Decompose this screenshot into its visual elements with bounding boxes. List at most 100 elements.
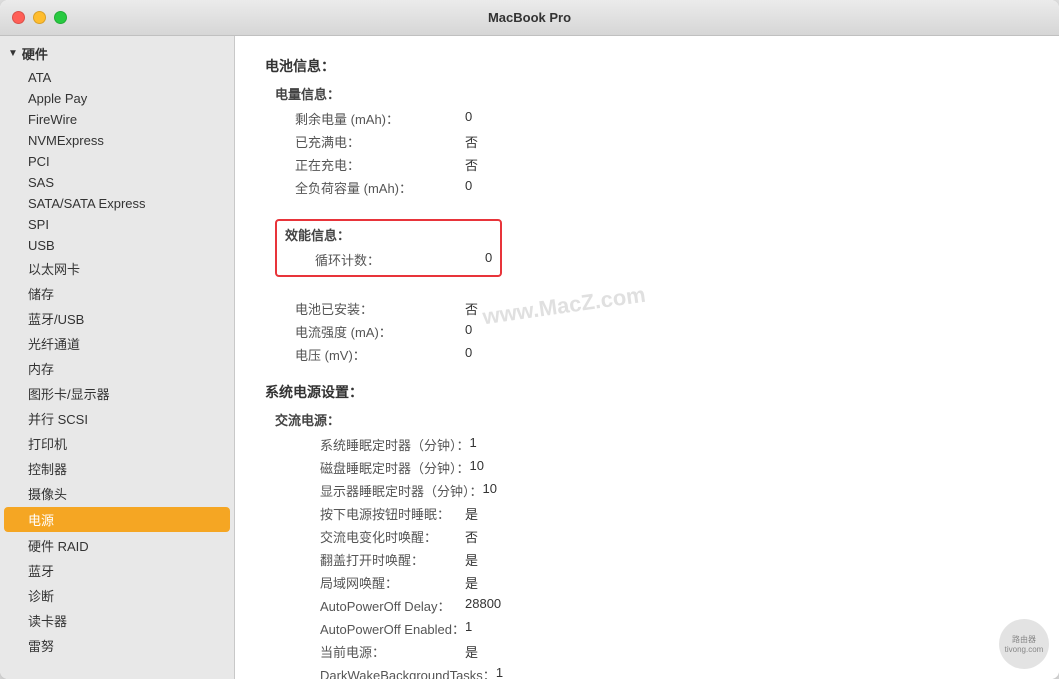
triangle-icon: ▼ (8, 48, 18, 59)
sidebar-item-power[interactable]: 电源 (4, 507, 230, 532)
row-value: 0 (465, 345, 472, 364)
efficiency-highlight-box: 效能信息： 循环计数： 0 (275, 219, 502, 277)
row-label: 电流强度 (mA)： (265, 322, 465, 341)
main-content: 电池信息： 电量信息： 剩余电量 (mAh)：0已充满电：否正在充电：否全负荷容… (235, 36, 1059, 679)
minimize-button[interactable] (33, 11, 46, 24)
battery-row: 电流强度 (mA)：0 (265, 320, 1029, 343)
content-area: ▼ 硬件 ATAApple PayFireWireNVMExpressPCISA… (0, 36, 1059, 679)
row-label: 电池已安装： (265, 299, 465, 318)
row-label: 当前电源： (265, 642, 465, 661)
sidebar-item-graphics[interactable]: 图形卡/显示器 (0, 381, 234, 406)
sidebar-items-container: ATAApple PayFireWireNVMExpressPCISASSATA… (0, 67, 234, 658)
sidebar-item-hw-raid[interactable]: 硬件 RAID (0, 533, 234, 558)
row-label: 正在充电： (265, 155, 465, 174)
sidebar-section-label: 硬件 (22, 44, 48, 63)
window-title: MacBook Pro (488, 10, 571, 25)
close-button[interactable] (12, 11, 25, 24)
battery-info-title: 电池信息： (265, 56, 1029, 76)
ac-row: 磁盘睡眠定时器（分钟）：10 (265, 456, 1029, 479)
sidebar-item-ata[interactable]: ATA (0, 67, 234, 88)
row-value: 是 (465, 573, 478, 592)
ac-row: 局域网唤醒：是 (265, 571, 1029, 594)
titlebar: MacBook Pro (0, 0, 1059, 36)
power-row: 剩余电量 (mAh)：0 (265, 107, 1029, 130)
ac-row: 交流电变化时唤醒：否 (265, 525, 1029, 548)
sidebar-item-bluetooth[interactable]: 蓝牙 (0, 558, 234, 583)
sidebar-item-spi[interactable]: SPI (0, 214, 234, 235)
maximize-button[interactable] (54, 11, 67, 24)
row-value: 0 (465, 178, 472, 197)
row-label: 按下电源按钮时睡眠： (265, 504, 465, 523)
sidebar-item-apple-pay[interactable]: Apple Pay (0, 88, 234, 109)
sidebar-item-memory[interactable]: 内存 (0, 356, 234, 381)
power-row: 全负荷容量 (mAh)：0 (265, 176, 1029, 199)
sidebar-item-nvmexpress[interactable]: NVMExpress (0, 130, 234, 151)
row-label: 磁盘睡眠定时器（分钟）： (265, 458, 470, 477)
system-power-group: 系统电源设置： 交流电源： 系统睡眠定时器（分钟）：1磁盘睡眠定时器（分钟）：1… (265, 382, 1029, 679)
row-label: 翻盖打开时唤醒： (265, 550, 465, 569)
sidebar-item-cardreader[interactable]: 读卡器 (0, 608, 234, 633)
window: MacBook Pro ▼ 硬件 ATAApple PayFireWireNVM… (0, 0, 1059, 679)
sidebar-item-fiber[interactable]: 光纤通道 (0, 331, 234, 356)
ac-row: 按下电源按钮时睡眠：是 (265, 502, 1029, 525)
row-label: DarkWakeBackgroundTasks： (265, 665, 496, 679)
sidebar-item-controller[interactable]: 控制器 (0, 456, 234, 481)
row-label: 显示器睡眠定时器（分钟）： (265, 481, 483, 500)
power-info-group: 电量信息： 剩余电量 (mAh)：0已充满电：否正在充电：否全负荷容量 (mAh… (265, 84, 1029, 199)
battery-row: 电池已安装：否 (265, 297, 1029, 320)
sidebar-item-printer[interactable]: 打印机 (0, 431, 234, 456)
power-rows-container: 剩余电量 (mAh)：0已充满电：否正在充电：否全负荷容量 (mAh)：0 (265, 107, 1029, 199)
sidebar-item-sata[interactable]: SATA/SATA Express (0, 193, 234, 214)
row-label: 全负荷容量 (mAh)： (265, 178, 465, 197)
cycle-count-label: 循环计数： (285, 250, 485, 269)
sidebar-item-bluetooth-usb[interactable]: 蓝牙/USB (0, 306, 234, 331)
row-value: 1 (496, 665, 503, 679)
ac-row: 显示器睡眠定时器（分钟）：10 (265, 479, 1029, 502)
sidebar-item-sas[interactable]: SAS (0, 172, 234, 193)
row-value: 10 (470, 458, 484, 477)
row-label: AutoPowerOff Enabled： (265, 619, 465, 638)
efficiency-group: 效能信息： 循环计数： 0 (265, 215, 1029, 281)
power-row: 正在充电：否 (265, 153, 1029, 176)
sidebar-item-scsi[interactable]: 并行 SCSI (0, 406, 234, 431)
sidebar-item-storage[interactable]: 储存 (0, 281, 234, 306)
logo-badge: 路由器tivong.com (999, 619, 1049, 669)
sidebar-item-thunderbolt[interactable]: 雷努 (0, 633, 234, 658)
sidebar-item-diagnostic[interactable]: 诊断 (0, 583, 234, 608)
sidebar-section-hardware[interactable]: ▼ 硬件 (0, 40, 234, 67)
power-row: 已充满电：否 (265, 130, 1029, 153)
row-value: 否 (465, 155, 478, 174)
ac-row: 系统睡眠定时器（分钟）：1 (265, 433, 1029, 456)
row-value: 28800 (465, 596, 501, 615)
row-label: 剩余电量 (mAh)： (265, 109, 465, 128)
row-label: 局域网唤醒： (265, 573, 465, 592)
traffic-lights (12, 11, 67, 24)
cycle-count-value: 0 (485, 250, 492, 269)
ac-row: AutoPowerOff Delay：28800 (265, 594, 1029, 617)
cycle-count-row: 循环计数： 0 (285, 248, 492, 271)
row-value: 否 (465, 299, 478, 318)
row-value: 1 (465, 619, 472, 638)
sidebar-item-camera[interactable]: 摄像头 (0, 481, 234, 506)
ac-row: 翻盖打开时唤醒：是 (265, 548, 1029, 571)
battery-rows-group: 电池已安装：否电流强度 (mA)：0电压 (mV)：0 (265, 297, 1029, 366)
sidebar-item-ethernet[interactable]: 以太网卡 (0, 256, 234, 281)
row-label: 电压 (mV)： (265, 345, 465, 364)
main-wrapper: 电池信息： 电量信息： 剩余电量 (mAh)：0已充满电：否正在充电：否全负荷容… (235, 36, 1059, 679)
ac-rows-container: 系统睡眠定时器（分钟）：1磁盘睡眠定时器（分钟）：10显示器睡眠定时器（分钟）：… (265, 433, 1029, 679)
efficiency-title: 效能信息： (285, 225, 492, 244)
system-power-title: 系统电源设置： (265, 382, 1029, 402)
ac-row: DarkWakeBackgroundTasks：1 (265, 663, 1029, 679)
row-value: 0 (465, 109, 472, 128)
ac-power-label: 交流电源： (265, 410, 1029, 429)
row-label: 系统睡眠定时器（分钟）： (265, 435, 470, 454)
row-value: 是 (465, 642, 478, 661)
sidebar-item-usb[interactable]: USB (0, 235, 234, 256)
row-value: 0 (465, 322, 472, 341)
ac-row: AutoPowerOff Enabled：1 (265, 617, 1029, 640)
sidebar-item-firewire[interactable]: FireWire (0, 109, 234, 130)
row-value: 是 (465, 550, 478, 569)
row-value: 是 (465, 504, 478, 523)
battery-rows-container: 电池已安装：否电流强度 (mA)：0电压 (mV)：0 (265, 297, 1029, 366)
sidebar-item-pci[interactable]: PCI (0, 151, 234, 172)
